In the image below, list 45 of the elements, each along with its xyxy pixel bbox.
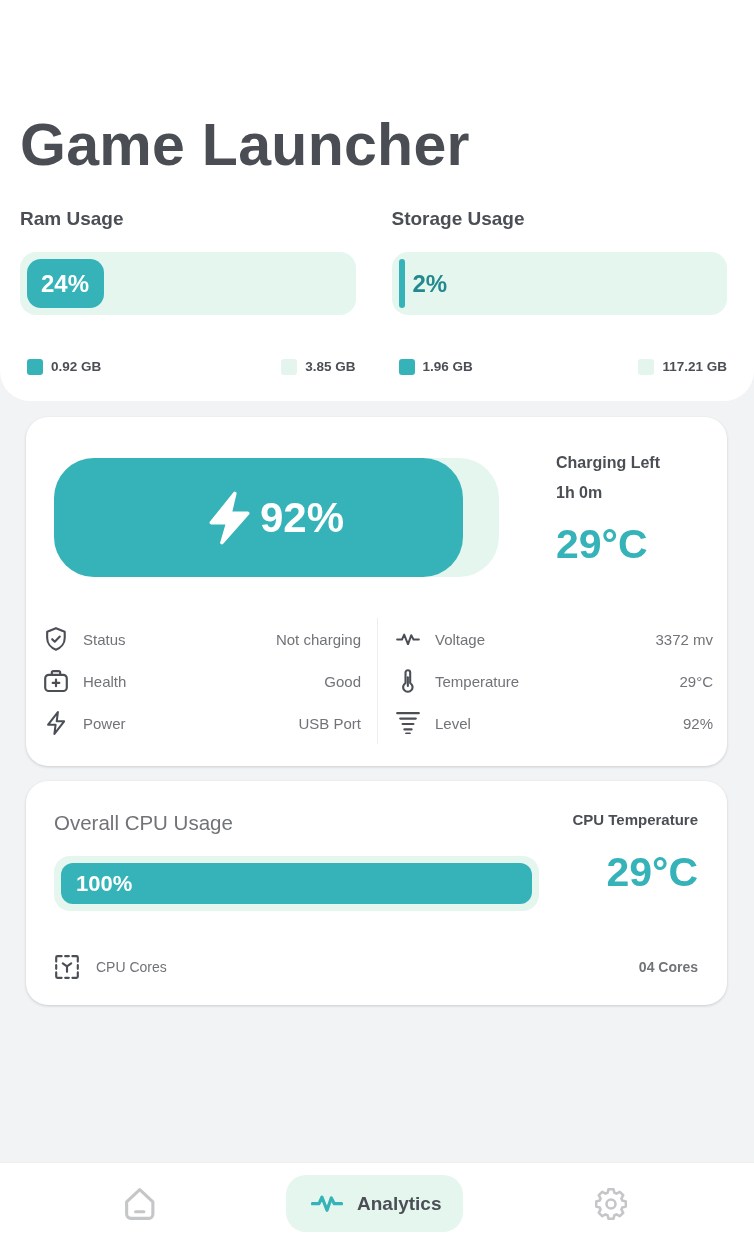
detail-label: Voltage — [435, 630, 486, 648]
charging-left-time: 1h 0m — [556, 483, 603, 503]
detail-label: Status — [83, 630, 126, 648]
medical-bag-icon — [44, 669, 68, 693]
usage-label: Ram Usage — [20, 207, 124, 231]
charging-left-label: Charging Left — [556, 453, 660, 473]
nav-tab[interactable]: Analytics — [286, 1175, 464, 1232]
lightning-bolt-icon — [46, 711, 66, 735]
legend-value: 117.21 GB — [662, 358, 727, 376]
lightning-bolt-icon — [208, 490, 250, 545]
settings-icon — [595, 1187, 627, 1220]
cpu-cores-label: CPU Cores — [96, 959, 167, 975]
legend-value: 0.92 GB — [51, 358, 102, 376]
detail-label: Health — [83, 672, 127, 690]
thermometer-icon — [402, 669, 414, 693]
shield-check-icon — [46, 627, 66, 651]
usage-percent: 24% — [41, 269, 90, 298]
cpu-usage-title: Overall CPU Usage — [54, 811, 233, 835]
cpu-temperature: 29°C — [606, 848, 698, 896]
cpu-temperature-label: CPU Temperature — [572, 810, 698, 830]
legend-value: 1.96 GB — [422, 358, 473, 376]
usage-percent: 2% — [412, 269, 448, 298]
detail-value: Not charging — [275, 630, 361, 648]
detail-value: 29°C — [679, 672, 713, 690]
detail-value: 92% — [682, 714, 713, 732]
cpu-cores-value: 04 Cores — [638, 959, 698, 975]
legend-value: 3.85 GB — [305, 358, 356, 376]
detail-value: 3372 mv — [655, 630, 713, 648]
battery-percent: 92% — [260, 492, 345, 543]
pulse-icon — [311, 1195, 343, 1212]
detail-label: Temperature — [435, 672, 520, 690]
detail-label: Level — [435, 714, 471, 732]
detail-label: Power — [83, 714, 126, 732]
cpu-usage-percent: 100% — [76, 870, 133, 897]
usage-label: Storage Usage — [391, 207, 525, 231]
nav-tab[interactable] — [595, 1187, 627, 1220]
pulse-icon — [396, 632, 420, 646]
battery-temperature: 29°C — [556, 520, 648, 568]
app-title: Game Launcher — [20, 113, 470, 177]
level-lines-icon — [396, 711, 420, 735]
detail-value: Good — [324, 672, 361, 690]
detail-value: USB Port — [298, 714, 361, 732]
chip-icon — [55, 955, 79, 979]
nav-tab[interactable] — [125, 1187, 155, 1220]
home-icon — [125, 1187, 155, 1220]
